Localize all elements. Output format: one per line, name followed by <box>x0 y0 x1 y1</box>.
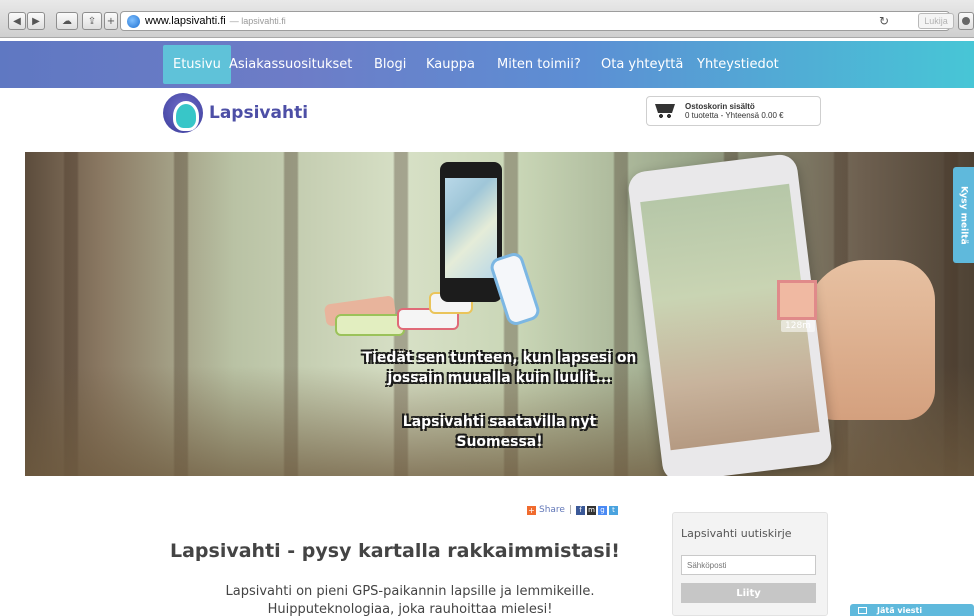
new-tab-icon[interactable]: + <box>104 12 118 30</box>
newsletter-box: Lapsivahti uutiskirje Liity <box>672 512 828 616</box>
hero-tagline-3: Lapsivahti saatavilla nyt <box>402 414 597 430</box>
google-plus-icon[interactable]: g <box>598 505 608 515</box>
ask-us-label: Kysy meiltä <box>958 185 969 245</box>
address-bar[interactable]: www.lapsivahti.fi — lapsivahti.fi ↻ <box>120 11 950 31</box>
downloads-icon[interactable] <box>958 12 974 30</box>
nav-item-miten-toimii[interactable]: Miten toimii? <box>487 41 591 88</box>
envelope-icon <box>858 606 867 614</box>
browser-toolbar: ◀ ▶ ☁ ⇪ + www.lapsivahti.fi — lapsivahti… <box>0 0 974 38</box>
main-navigation: Etusivu Asiakassuositukset Blogi Kauppa … <box>0 41 974 88</box>
share-bar: + Share | f m g t <box>527 505 620 515</box>
url-page-title: — lapsivahti.fi <box>229 16 286 26</box>
intro-text-line-1: Lapsivahti on pieni GPS-paikannin lapsil… <box>225 584 595 599</box>
gps-device-green <box>335 314 405 336</box>
logo-child-icon <box>163 93 203 133</box>
leave-message-tab[interactable]: Jätä viesti <box>850 604 974 616</box>
myspace-icon[interactable]: m <box>587 505 597 515</box>
share-page-icon[interactable]: ⇪ <box>82 12 102 30</box>
newsletter-email-input[interactable] <box>681 555 816 575</box>
cart-info: 0 tuotetta - Yhteensä 0.00 € <box>685 111 784 120</box>
hero-tagline-4: Suomessa! <box>456 434 543 450</box>
cart-icon <box>655 104 679 118</box>
twitter-icon[interactable]: t <box>609 505 619 515</box>
hero-tagline-1: Tiedät sen tunteen, kun lapsesi on <box>362 350 637 366</box>
newsletter-join-button[interactable]: Liity <box>681 583 816 603</box>
facebook-icon[interactable]: f <box>576 505 586 515</box>
cart-summary: Ostoskorin sisältö 0 tuotetta - Yhteensä… <box>685 102 784 120</box>
reader-button[interactable]: Lukija <box>918 13 954 29</box>
phone-map-image <box>440 162 502 302</box>
back-button[interactable]: ◀ <box>8 12 26 30</box>
share-plus-icon[interactable]: + <box>527 505 536 515</box>
nav-item-asiakassuositukset[interactable]: Asiakassuositukset <box>219 41 362 88</box>
site-logo[interactable]: Lapsivahti <box>163 93 308 133</box>
cloud-icon[interactable]: ☁ <box>56 12 78 30</box>
page-title: Lapsivahti - pysy kartalla rakkaimmistas… <box>170 540 620 562</box>
logo-text: Lapsivahti <box>209 103 309 123</box>
globe-icon <box>127 14 140 28</box>
share-link[interactable]: Share <box>539 505 565 515</box>
nav-item-yhteystiedot[interactable]: Yhteystiedot <box>687 41 789 88</box>
nav-item-ota-yhteytta[interactable]: Ota yhteyttä <box>591 41 693 88</box>
cart-title: Ostoskorin sisältö <box>685 102 755 111</box>
share-separator: | <box>568 505 573 515</box>
forward-button[interactable]: ▶ <box>27 12 45 30</box>
child-location-pin <box>777 280 817 320</box>
nav-item-kauppa[interactable]: Kauppa <box>416 41 485 88</box>
intro-text-line-2: Huipputeknologiaa, joka rauhoittaa miele… <box>267 602 553 616</box>
hero-tagline-2: jossain muualla kuin luulit... <box>387 370 612 386</box>
newsletter-title: Lapsivahti uutiskirje <box>681 527 792 540</box>
leave-message-label: Jätä viesti <box>877 605 923 615</box>
shopping-cart[interactable]: Ostoskorin sisältö 0 tuotetta - Yhteensä… <box>646 96 821 126</box>
nav-item-blogi[interactable]: Blogi <box>364 41 416 88</box>
url-host: www.lapsivahti.fi <box>145 15 226 27</box>
ask-us-tab[interactable]: Kysy meiltä <box>953 167 974 263</box>
reload-icon[interactable]: ↻ <box>879 14 889 28</box>
distance-tag: 128m <box>781 320 815 332</box>
hero-banner: 128m Tiedät sen tunteen, kun lapsesi on … <box>25 152 974 476</box>
